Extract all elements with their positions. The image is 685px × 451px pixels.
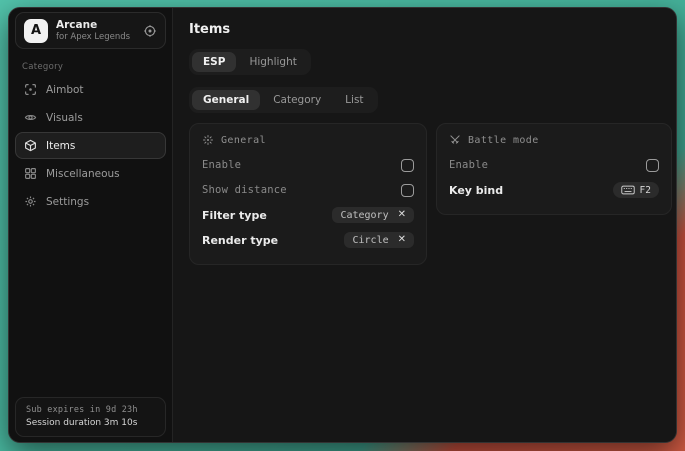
battle-enable-checkbox[interactable] xyxy=(646,159,659,172)
general-panel-header: General xyxy=(202,134,414,146)
show-distance-label: Show distance xyxy=(202,184,287,196)
mode-tabs: ESP Highlight xyxy=(189,49,311,75)
tab-general[interactable]: General xyxy=(192,90,260,110)
render-type-label: Render type xyxy=(202,234,278,247)
panel-title: General xyxy=(221,135,266,146)
eye-icon xyxy=(24,111,37,124)
clear-icon[interactable]: ✕ xyxy=(398,235,406,245)
battle-mode-panel-header: Battle mode xyxy=(449,134,659,146)
filter-type-value: Category xyxy=(340,210,388,221)
sidebar-item-items[interactable]: Items xyxy=(15,132,166,159)
tab-list[interactable]: List xyxy=(334,90,374,110)
render-type-row: Render type Circle ✕ xyxy=(202,228,414,252)
sidebar-nav: Aimbot Visuals Items Miscellaneous xyxy=(9,76,172,215)
render-type-select[interactable]: Circle ✕ xyxy=(344,232,414,248)
enable-row: Enable xyxy=(202,153,414,177)
discord-icon[interactable] xyxy=(143,24,157,38)
sparkle-icon xyxy=(202,134,214,146)
app-subtitle: for Apex Legends xyxy=(56,32,130,43)
tab-category[interactable]: Category xyxy=(262,90,332,110)
sidebar-item-label: Aimbot xyxy=(46,84,84,96)
sub-expiry-text: Sub expires in 9d 23h xyxy=(26,403,155,417)
panel-title: Battle mode xyxy=(468,135,539,146)
gear-icon xyxy=(24,195,37,208)
sidebar-item-aimbot[interactable]: Aimbot xyxy=(15,76,166,103)
sidebar-item-label: Visuals xyxy=(46,112,83,124)
keybind-value: F2 xyxy=(640,185,651,196)
subscription-info: Sub expires in 9d 23h Session duration 3… xyxy=(15,397,166,437)
main-content: Items ESP Highlight General Category Lis… xyxy=(173,8,677,442)
filter-type-select[interactable]: Category ✕ xyxy=(332,207,414,223)
swords-icon xyxy=(449,134,461,146)
app-window: A Arcane for Apex Legends Category Aimbo… xyxy=(8,7,677,443)
crosshair-icon xyxy=(24,83,37,96)
app-logo: A xyxy=(24,19,48,43)
keybind-row: Key bind F2 xyxy=(449,178,659,202)
page-title: Items xyxy=(189,22,672,37)
sidebar-item-label: Miscellaneous xyxy=(46,168,120,180)
brand-card: A Arcane for Apex Legends xyxy=(15,12,166,49)
tab-highlight[interactable]: Highlight xyxy=(238,52,307,72)
keyboard-icon xyxy=(621,185,635,195)
sidebar-item-miscellaneous[interactable]: Miscellaneous xyxy=(15,160,166,187)
grid-icon xyxy=(24,167,37,180)
keybind-button[interactable]: F2 xyxy=(613,182,659,198)
sidebar-item-label: Settings xyxy=(46,196,89,208)
battle-mode-panel: Battle mode Enable Key bind F2 xyxy=(436,123,672,215)
general-panel: General Enable Show distance Filter type… xyxy=(189,123,427,265)
view-tabs: General Category List xyxy=(189,87,378,113)
clear-icon[interactable]: ✕ xyxy=(398,210,406,220)
show-distance-row: Show distance xyxy=(202,178,414,202)
battle-enable-row: Enable xyxy=(449,153,659,177)
filter-type-row: Filter type Category ✕ xyxy=(202,203,414,227)
battle-enable-label: Enable xyxy=(449,159,488,171)
sidebar: A Arcane for Apex Legends Category Aimbo… xyxy=(9,8,173,442)
filter-type-label: Filter type xyxy=(202,209,267,222)
render-type-value: Circle xyxy=(352,235,388,246)
keybind-label: Key bind xyxy=(449,184,503,197)
session-duration-text: Session duration 3m 10s xyxy=(26,417,155,430)
app-name: Arcane xyxy=(56,19,130,32)
enable-label: Enable xyxy=(202,159,241,171)
enable-checkbox[interactable] xyxy=(401,159,414,172)
tab-esp[interactable]: ESP xyxy=(192,52,236,72)
cube-icon xyxy=(24,139,37,152)
category-label: Category xyxy=(22,62,172,72)
show-distance-checkbox[interactable] xyxy=(401,184,414,197)
sidebar-item-settings[interactable]: Settings xyxy=(15,188,166,215)
brand-text: Arcane for Apex Legends xyxy=(56,19,130,43)
panels-row: General Enable Show distance Filter type… xyxy=(189,123,672,265)
sidebar-item-label: Items xyxy=(46,140,75,152)
sidebar-item-visuals[interactable]: Visuals xyxy=(15,104,166,131)
